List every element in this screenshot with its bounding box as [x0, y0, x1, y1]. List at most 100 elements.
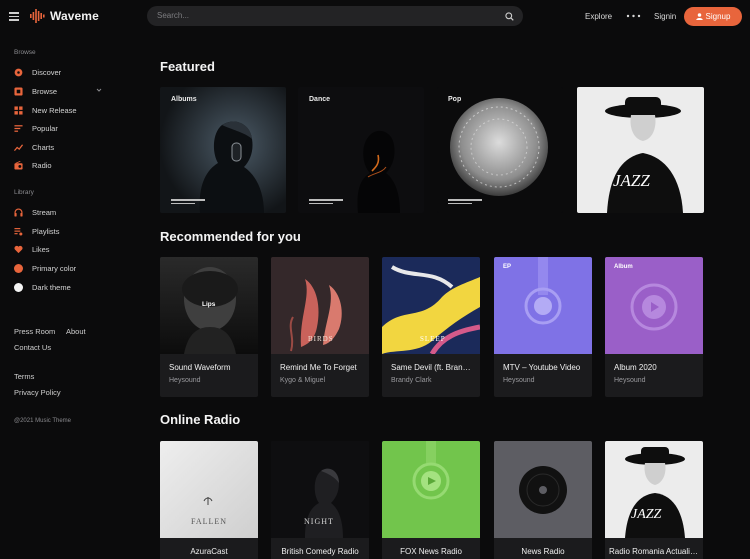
radio-card-news-radio[interactable]: EP News Radio — [494, 441, 592, 559]
new-release-icon — [14, 105, 23, 115]
terms-link[interactable]: Terms — [14, 372, 34, 381]
search-bar[interactable]: Search... — [147, 6, 523, 26]
card-artist[interactable]: Kygo & Miguel — [280, 377, 325, 384]
recommended-card-sound-waveform[interactable]: Lips Sound Waveform Heysound — [160, 257, 258, 397]
logo[interactable]: Waveme — [30, 9, 99, 23]
featured-tile-jazz[interactable]: JAZZ — [577, 87, 704, 213]
sidebar: Browse Discover Browse New Release Popul… — [0, 34, 120, 559]
primary-color-swatch[interactable] — [14, 263, 23, 273]
album-art: BIRDS — [271, 257, 369, 354]
card-title[interactable]: Same Devil (ft. Brandy Clark) — [391, 363, 473, 372]
art-text: FALLEN — [191, 517, 228, 526]
station-title[interactable]: News Radio — [494, 547, 592, 556]
copyright-text: @2021 Music Theme — [14, 418, 72, 424]
press-room-link[interactable]: Press Room — [14, 327, 55, 336]
card-tag: EP — [503, 264, 512, 270]
station-title[interactable]: FOX News Radio — [382, 547, 480, 556]
sidebar-item-primary-color[interactable]: Primary color — [14, 261, 114, 275]
album-art: Album — [605, 257, 703, 354]
sidebar-item-browse[interactable]: Browse — [14, 84, 114, 98]
search-input[interactable]: Search... — [157, 11, 189, 20]
playlists-icon — [14, 227, 23, 236]
card-tag: Album — [614, 264, 633, 270]
menu-icon[interactable] — [9, 12, 19, 21]
station-art: JAZZ — [605, 441, 703, 538]
discover-icon — [14, 68, 23, 76]
jazz-art-text: JAZZ — [613, 171, 650, 190]
radio-card-fox-news[interactable]: EP FOX News Radio — [382, 441, 480, 559]
recommended-card-remind-me[interactable]: BIRDS Remind Me To Forget Kygo & Miguel — [271, 257, 369, 397]
art-text: SLEEP — [420, 335, 446, 343]
dance-artwork — [298, 87, 424, 213]
more-icon[interactable] — [626, 11, 641, 21]
app-name: Waveme — [50, 9, 99, 23]
card-title[interactable]: Album 2020 — [614, 363, 696, 372]
tile-label: Dance — [309, 96, 331, 103]
sidebar-item-likes[interactable]: Likes — [14, 242, 114, 256]
sidebar-item-label: Stream — [32, 207, 57, 217]
radio-card-azuracast[interactable]: FALLEN AzuraCast — [160, 441, 258, 559]
sidebar-item-label: Primary color — [32, 263, 77, 273]
card-title[interactable]: Remind Me To Forget — [280, 363, 362, 372]
waveform-logo-icon — [30, 9, 45, 23]
station-title[interactable]: British Comedy Radio — [271, 547, 369, 556]
station-title[interactable]: Radio Romania Actualitati — [605, 547, 703, 556]
radio-card-radio-romania[interactable]: JAZZ Radio Romania Actualitati — [605, 441, 703, 559]
sidebar-item-radio[interactable]: Radio — [14, 158, 114, 172]
featured-tile-dance[interactable]: Dance — [298, 87, 424, 213]
station-title[interactable]: AzuraCast — [160, 547, 258, 556]
card-artist[interactable]: Heysound — [503, 377, 535, 384]
about-link[interactable]: About — [66, 327, 86, 336]
privacy-link[interactable]: Privacy Policy — [14, 388, 61, 397]
tile-label: Pop — [448, 96, 462, 103]
featured-tile-albums[interactable]: Albums — [160, 87, 286, 213]
card-title[interactable]: MTV – Youtube Video — [503, 363, 585, 372]
station-art: EP — [494, 441, 592, 538]
dark-theme-toggle[interactable] — [14, 282, 23, 292]
station-art: NIGHT — [271, 441, 369, 538]
explore-link[interactable]: Explore — [585, 12, 612, 21]
recommended-card-mtv[interactable]: EP MTV – Youtube Video Heysound — [494, 257, 592, 397]
sidebar-item-stream[interactable]: Stream — [14, 205, 114, 219]
sidebar-item-discover[interactable]: Discover — [14, 65, 114, 79]
album-art: EP — [494, 257, 592, 354]
sidebar-item-dark-theme[interactable]: Dark theme — [14, 280, 114, 294]
album-art: Lips — [160, 257, 258, 354]
art-text: BIRDS — [308, 335, 334, 343]
albums-artwork — [160, 87, 286, 213]
library-section-title: Library — [14, 189, 34, 196]
tile-caption — [171, 197, 205, 204]
recommended-card-same-devil[interactable]: SLEEP Same Devil (ft. Brandy Clark) Bran… — [382, 257, 480, 397]
tile-caption — [309, 197, 343, 204]
recommended-section-title: Recommended for you — [160, 229, 301, 244]
contact-link[interactable]: Contact Us — [14, 343, 51, 352]
station-art: EP — [382, 441, 480, 538]
featured-tile-pop[interactable]: Pop — [437, 87, 563, 213]
sidebar-item-charts[interactable]: Charts — [14, 140, 114, 154]
user-icon — [695, 13, 703, 20]
sidebar-item-new-release[interactable]: New Release — [14, 103, 114, 117]
sidebar-item-label: Radio — [32, 160, 52, 170]
art-text: JAZZ — [631, 507, 662, 522]
jazz-artwork — [577, 87, 704, 213]
signup-button[interactable]: Signup — [684, 7, 742, 26]
card-title[interactable]: Sound Waveform — [169, 363, 251, 372]
recommended-card-album-2020[interactable]: Album Album 2020 Heysound — [605, 257, 703, 397]
card-artist[interactable]: Heysound — [614, 377, 646, 384]
sidebar-item-label: New Release — [32, 105, 77, 115]
sidebar-item-popular[interactable]: Popular — [14, 121, 114, 135]
album-art: SLEEP — [382, 257, 480, 354]
chevron-down-icon[interactable] — [96, 87, 102, 93]
charts-icon — [14, 143, 23, 151]
search-icon[interactable] — [505, 12, 514, 21]
headphones-icon — [14, 208, 23, 217]
tile-caption — [448, 197, 482, 204]
card-artist[interactable]: Heysound — [169, 377, 201, 384]
card-artist[interactable]: Brandy Clark — [391, 377, 431, 384]
signin-link[interactable]: Signin — [654, 12, 676, 21]
art-text: Lips — [202, 301, 216, 308]
sidebar-item-label: Browse — [32, 86, 58, 96]
art-text: NIGHT — [304, 517, 334, 526]
sidebar-item-playlists[interactable]: Playlists — [14, 224, 114, 238]
radio-card-british-comedy[interactable]: NIGHT British Comedy Radio — [271, 441, 369, 559]
